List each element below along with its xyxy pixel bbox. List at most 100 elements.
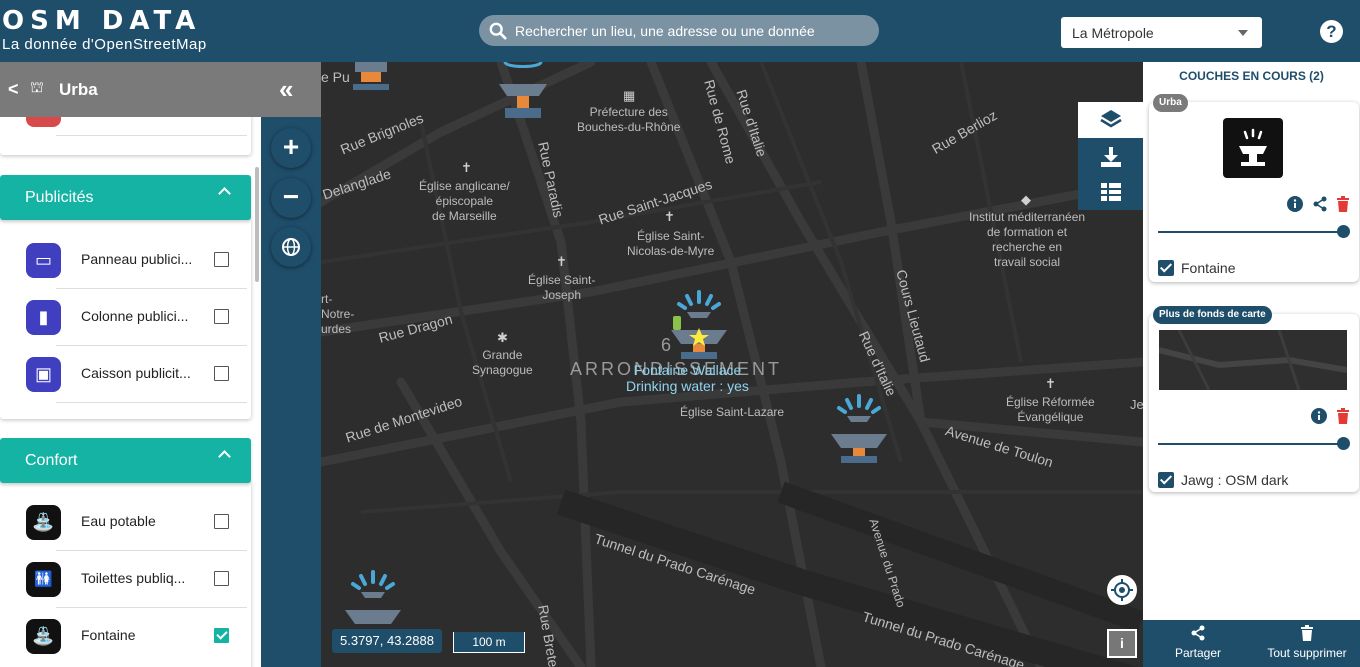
- poi-saint-nicolas: Église Saint- Nicolas-de-Myre: [627, 229, 715, 258]
- download-button[interactable]: [1078, 139, 1143, 175]
- zoom-out-button[interactable]: −: [271, 178, 311, 218]
- share-icon: [1191, 625, 1205, 641]
- trash-icon: [1301, 625, 1313, 641]
- item-checkbox[interactable]: [214, 252, 229, 267]
- item-label: Toilettes publiq...: [81, 570, 186, 586]
- download-icon: [1101, 147, 1121, 167]
- table-button[interactable]: [1078, 174, 1143, 210]
- item-checkbox-checked[interactable]: [214, 628, 229, 643]
- info-icon: [1287, 196, 1303, 212]
- synagogue-icon: ✱: [497, 330, 508, 345]
- layer-tag: Plus de fonds de carte: [1153, 306, 1272, 324]
- zoom-in-button[interactable]: +: [271, 128, 311, 168]
- school-icon: ◆: [1021, 192, 1031, 207]
- item-checkbox[interactable]: [214, 571, 229, 586]
- basemap-thumbnail: [1158, 329, 1348, 391]
- group-header-publicites[interactable]: Publicités: [0, 175, 251, 220]
- billboard-icon: ▭: [26, 243, 61, 278]
- list-item-toilettes[interactable]: 🚻 Toilettes publiq...: [0, 551, 251, 608]
- poi-grande-synagogue: Grande Synagogue: [472, 348, 533, 377]
- poi-right-edge: Je: [1130, 397, 1143, 412]
- scale-bar: 100 m: [453, 632, 525, 653]
- left-panel-header: < ⛫ Urba «: [0, 62, 321, 117]
- opacity-slider[interactable]: [1158, 231, 1344, 233]
- list-item-fontaine[interactable]: ⛲ Fontaine: [0, 608, 251, 665]
- logo-title[interactable]: OSM DATA: [2, 8, 201, 34]
- poi-prefecture: Préfecture des Bouches-du-Rhône: [577, 105, 681, 134]
- church-icon: ✝: [556, 254, 567, 269]
- opacity-slider-handle[interactable]: [1337, 437, 1350, 450]
- chevron-up-icon: [218, 450, 231, 463]
- tooltip-title: Fontaine Wallace: [633, 362, 742, 378]
- share-button[interactable]: Partager: [1153, 620, 1243, 667]
- crosshair-icon: [1111, 579, 1133, 601]
- collapse-panel-button[interactable]: «: [279, 74, 294, 105]
- layers-actions-bar: Partager Tout supprimer: [1143, 620, 1360, 667]
- item-checkbox[interactable]: [214, 309, 229, 324]
- drinking-water-icon: ⛲: [26, 505, 61, 540]
- layer-share-button[interactable]: [1312, 196, 1328, 217]
- group-header-confort[interactable]: Confort: [0, 438, 251, 483]
- trash-icon: [1337, 196, 1349, 212]
- opacity-slider[interactable]: [1158, 443, 1344, 445]
- layer-visibility-checkbox[interactable]: [1158, 472, 1174, 488]
- poi-eglise-anglicane: Église anglicane/ épiscopale de Marseill…: [419, 179, 510, 223]
- left-panel-scrollbar[interactable]: [255, 167, 259, 282]
- left-panel: Publicités ▭ Panneau publici... ▮ Colonn…: [0, 62, 261, 667]
- delete-all-label: Tout supprimer: [1267, 646, 1347, 660]
- church-icon: ✝: [1045, 376, 1056, 391]
- layer-info-button[interactable]: [1287, 196, 1303, 217]
- column-icon: ▮: [26, 300, 61, 335]
- layer-label: Jawg : OSM dark: [1181, 472, 1289, 488]
- map-canvas[interactable]: Rue Brignoles Delanglade Rue Paradis Rue…: [261, 62, 1143, 667]
- group-title: Publicités: [25, 188, 94, 206]
- right-panel: COUCHES EN COURS (2) Urba Fontaine Plus …: [1143, 62, 1360, 667]
- globe-button[interactable]: [271, 227, 311, 267]
- layer-card-basemap: Plus de fonds de carte Jawg : OSM dark: [1149, 306, 1359, 492]
- item-label: Fontaine: [81, 627, 136, 643]
- list-item-panneau[interactable]: ▭ Panneau publici...: [0, 232, 251, 289]
- share-icon: [1313, 196, 1327, 212]
- fountain-marker[interactable]: [491, 62, 555, 122]
- fountain-tooltip: Fontaine Wallace Drinking water : yes: [626, 362, 749, 394]
- fountain-marker[interactable]: [827, 394, 891, 466]
- territory-select[interactable]: La Métropole: [1061, 17, 1262, 48]
- poi-eglise-reformee: Église Réformée Évangélique: [1006, 395, 1095, 424]
- fountain-marker[interactable]: [339, 62, 403, 98]
- layers-button[interactable]: [1078, 102, 1143, 138]
- layer-visibility-checkbox[interactable]: [1158, 260, 1174, 276]
- fountain-icon: ⛲: [26, 619, 61, 654]
- lightbox-icon: ▣: [26, 357, 61, 392]
- church-icon: ✝: [461, 160, 472, 175]
- poi-saint-lazare: Église Saint-Lazare: [680, 405, 785, 419]
- search-input[interactable]: Rechercher un lieu, une adresse ou une d…: [479, 15, 879, 46]
- layer-info-button[interactable]: [1311, 408, 1327, 429]
- item-checkbox[interactable]: [214, 366, 229, 381]
- urba-icon: ⛫: [30, 79, 44, 96]
- back-button[interactable]: <: [8, 79, 19, 100]
- locate-button[interactable]: [1107, 575, 1137, 605]
- layers-icon: [1100, 110, 1122, 128]
- table-icon: [1101, 183, 1121, 201]
- list-item-eau-potable[interactable]: ⛲ Eau potable: [0, 494, 251, 551]
- logo-subtitle: La donnée d'OpenStreetMap: [2, 36, 207, 53]
- opacity-slider-handle[interactable]: [1337, 225, 1350, 238]
- panel-title: Urba: [59, 80, 98, 99]
- fountain-marker-selected[interactable]: [667, 290, 731, 360]
- poi-saint-joseph: Église Saint- Joseph: [528, 273, 596, 302]
- item-label: Eau potable: [81, 513, 156, 529]
- help-button[interactable]: ?: [1320, 20, 1343, 43]
- layer-toolbar: [1078, 102, 1143, 210]
- chevron-up-icon: [218, 187, 231, 200]
- item-label: Caisson publicit...: [81, 365, 191, 381]
- item-separator: [56, 135, 247, 136]
- info-icon: [1311, 408, 1327, 424]
- list-item-colonne[interactable]: ▮ Colonne publici...: [0, 289, 251, 346]
- layer-delete-button[interactable]: [1336, 196, 1350, 217]
- delete-all-button[interactable]: Tout supprimer: [1261, 620, 1353, 667]
- layer-delete-button[interactable]: [1336, 408, 1350, 429]
- info-button[interactable]: i: [1107, 629, 1137, 658]
- layer-tag: Urba: [1153, 94, 1188, 112]
- list-item-caisson[interactable]: ▣ Caisson publicit...: [0, 346, 251, 403]
- item-checkbox[interactable]: [214, 514, 229, 529]
